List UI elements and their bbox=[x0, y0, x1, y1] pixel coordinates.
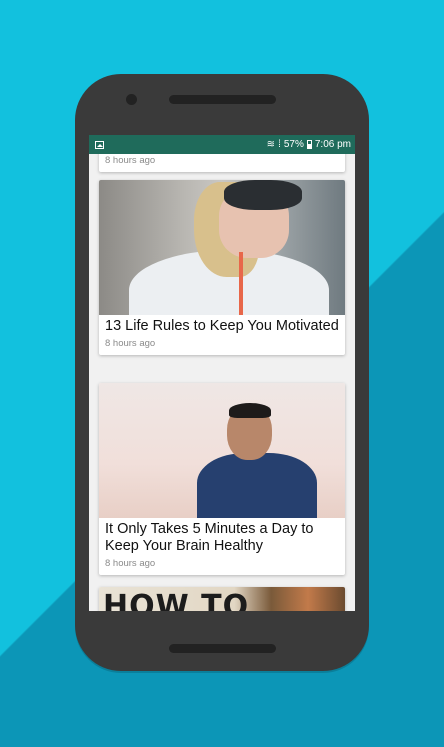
wifi-icon: ≋ bbox=[266, 138, 276, 150]
card-time: 8 hours ago bbox=[105, 558, 156, 569]
man-shirt-shape bbox=[197, 453, 317, 518]
card-image bbox=[99, 383, 345, 518]
image-overlay-text: HOW TO bbox=[103, 589, 250, 611]
battery-percent: 57% bbox=[283, 139, 304, 150]
article-card[interactable]: 13 Life Rules to Keep You Motivated 8 ho… bbox=[99, 180, 345, 355]
card-title: It Only Takes 5 Minutes a Day to Keep Yo… bbox=[105, 521, 314, 554]
signal-icon: ⁞ bbox=[278, 138, 281, 150]
man-hair-shape bbox=[229, 403, 271, 418]
phone-frame: ≋ ⁞ 57% 7:06 pm 8 hours ago 13 Life Rule… bbox=[75, 74, 369, 671]
article-feed[interactable]: 8 hours ago 13 Life Rules to Keep You Mo… bbox=[89, 154, 355, 611]
article-card[interactable]: HOW TO bbox=[99, 587, 345, 611]
status-left bbox=[95, 140, 104, 149]
card-time: 8 hours ago bbox=[105, 338, 156, 349]
front-camera bbox=[126, 94, 137, 105]
card-image: HOW TO bbox=[99, 587, 345, 611]
article-card[interactable]: 8 hours ago bbox=[99, 154, 345, 172]
phone-screen: ≋ ⁞ 57% 7:06 pm 8 hours ago 13 Life Rule… bbox=[89, 135, 355, 611]
status-bar: ≋ ⁞ 57% 7:06 pm bbox=[89, 135, 355, 154]
card-title: 13 Life Rules to Keep You Motivated bbox=[105, 318, 339, 334]
status-time: 7:06 pm bbox=[314, 139, 351, 150]
card-time: 8 hours ago bbox=[105, 155, 156, 166]
article-card[interactable]: It Only Takes 5 Minutes a Day to Keep Yo… bbox=[99, 383, 345, 575]
top-speaker bbox=[169, 95, 276, 104]
runner-headband-shape bbox=[224, 180, 302, 210]
jacket-zipper-shape bbox=[239, 252, 243, 315]
status-right: ≋ ⁞ 57% 7:06 pm bbox=[267, 139, 351, 150]
card-image bbox=[99, 180, 345, 315]
bottom-speaker bbox=[169, 644, 276, 653]
battery-icon bbox=[306, 140, 312, 149]
image-notification-icon bbox=[95, 140, 104, 149]
